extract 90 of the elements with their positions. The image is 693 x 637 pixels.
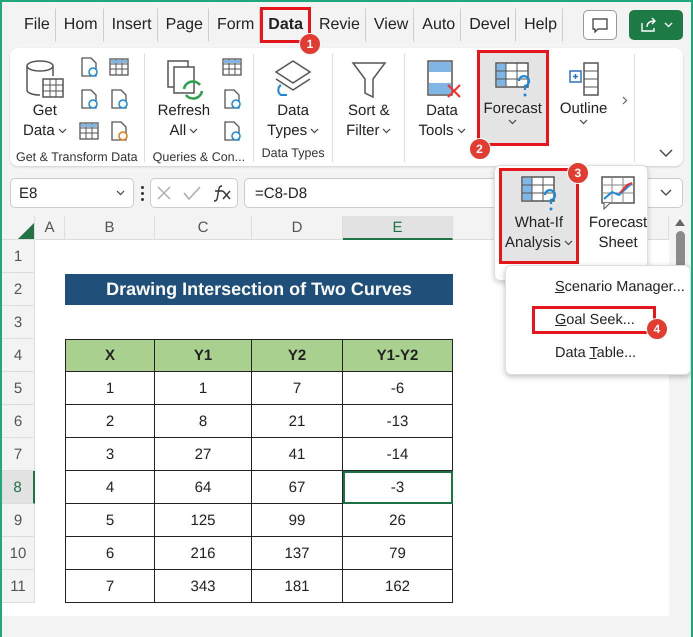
row-header[interactable]: 6 [2,405,35,438]
scroll-up-icon[interactable] [674,218,686,227]
ribbon-tab[interactable]: Help [516,7,563,43]
ribbon-button[interactable]: Outline [552,54,614,146]
row-header[interactable]: 10 [2,537,35,570]
ribbon-tab[interactable]: Devel [461,7,516,43]
group-label: Data Types [260,146,326,162]
ribbon-tab[interactable]: View [366,7,414,43]
column-heading: X [65,339,155,372]
table-cell: -6 [343,372,453,405]
ribbon-tab[interactable]: Revie [310,7,366,43]
chevron-right-icon[interactable] [622,96,628,104]
column-header[interactable]: E [343,216,453,240]
table-cell: -3 [343,471,453,504]
table-cell: 99 [252,504,343,537]
comment-icon [592,18,608,32]
step-badge: 4 [646,318,668,340]
menu-item[interactable]: Data Table... [532,339,658,368]
table-cell: 181 [252,570,343,603]
row-header[interactable]: 1 [2,240,35,273]
row-header[interactable]: 7 [2,438,35,471]
ribbon-button[interactable]: Refresh All [150,54,218,150]
column-header[interactable]: B [65,216,155,240]
ribbon-tab[interactable]: Form [208,7,260,43]
table-cell: 8 [155,405,252,438]
table-icon[interactable] [78,120,100,142]
table-cell: 216 [155,537,252,570]
table-cell: 7 [65,570,155,603]
ribbon-button[interactable]: Forecast [476,50,549,146]
check-icon[interactable] [182,185,201,201]
chevron-down-icon [664,22,672,28]
ribbon-tab[interactable]: File [16,7,56,43]
row-header[interactable]: 3 [2,306,35,339]
menu-item[interactable]: Scenario Manager... [532,272,691,301]
group-label: Queries & Con... [152,150,246,164]
step-badge: 2 [468,138,491,160]
row-header[interactable]: 2 [2,273,35,306]
name-box[interactable]: E8 [10,178,134,208]
function-icon[interactable] [212,184,232,202]
column-header[interactable]: C [155,216,252,240]
table-cell: 26 [343,504,453,537]
group-label: Get & Transform Data [16,150,138,164]
table-cell: 67 [252,471,343,504]
table-cell: 79 [343,537,453,570]
table-icon[interactable] [108,56,130,78]
table-cell: 41 [252,438,343,471]
table-cell: 21 [252,405,343,438]
table-cell: -13 [343,405,453,438]
table-cell: 343 [155,570,252,603]
ribbon-tab[interactable]: Hom [56,7,104,43]
row-header[interactable]: 5 [2,372,35,405]
column-header[interactable]: A [35,216,65,240]
table-cell: 1 [65,372,155,405]
table-icon[interactable] [221,56,244,78]
ribbon-tab[interactable]: Auto [414,7,462,43]
row-header[interactable]: 9 [2,504,35,537]
chevron-down-icon[interactable] [659,149,673,158]
column-heading: Y1-Y2 [343,339,453,372]
database-table-icon [24,59,65,101]
row-header[interactable]: 8 [2,471,35,504]
table-cell: 125 [155,504,252,537]
ribbon-tab[interactable]: Page [158,7,209,43]
table-cell: 137 [252,537,343,570]
share-button[interactable] [629,10,683,40]
column-heading: Y2 [252,339,343,372]
row-header[interactable]: 4 [2,339,35,372]
ribbon-button[interactable]: Get Data [16,54,74,150]
table-cell: 27 [155,438,252,471]
ribbon-button[interactable]: Sort & Filter [339,54,398,146]
table-cell: 2 [65,405,155,438]
table-cell: 7 [252,372,343,405]
comment-button[interactable] [583,10,617,40]
column-header[interactable]: D [252,216,343,240]
table-cell: 6 [65,537,155,570]
table-cell: 64 [155,471,252,504]
chevron-down-icon[interactable] [660,189,672,197]
ribbon-tab[interactable]: Insert [104,7,158,43]
step-badge: 1 [298,33,321,55]
table-cell: 5 [65,504,155,537]
table-cell: -14 [343,438,453,471]
share-icon [640,17,658,33]
table-cell: 3 [65,438,155,471]
table-cell: 4 [65,471,155,504]
chevron-down-icon [116,190,125,196]
column-heading: Y1 [155,339,252,372]
ribbon-button[interactable]: Data Types [260,54,326,146]
table-cell: 1 [155,372,252,405]
row-header[interactable]: 11 [2,570,35,603]
sheet-title: Drawing Intersection of Two Curves [65,274,453,305]
table-cell: 162 [343,570,453,603]
